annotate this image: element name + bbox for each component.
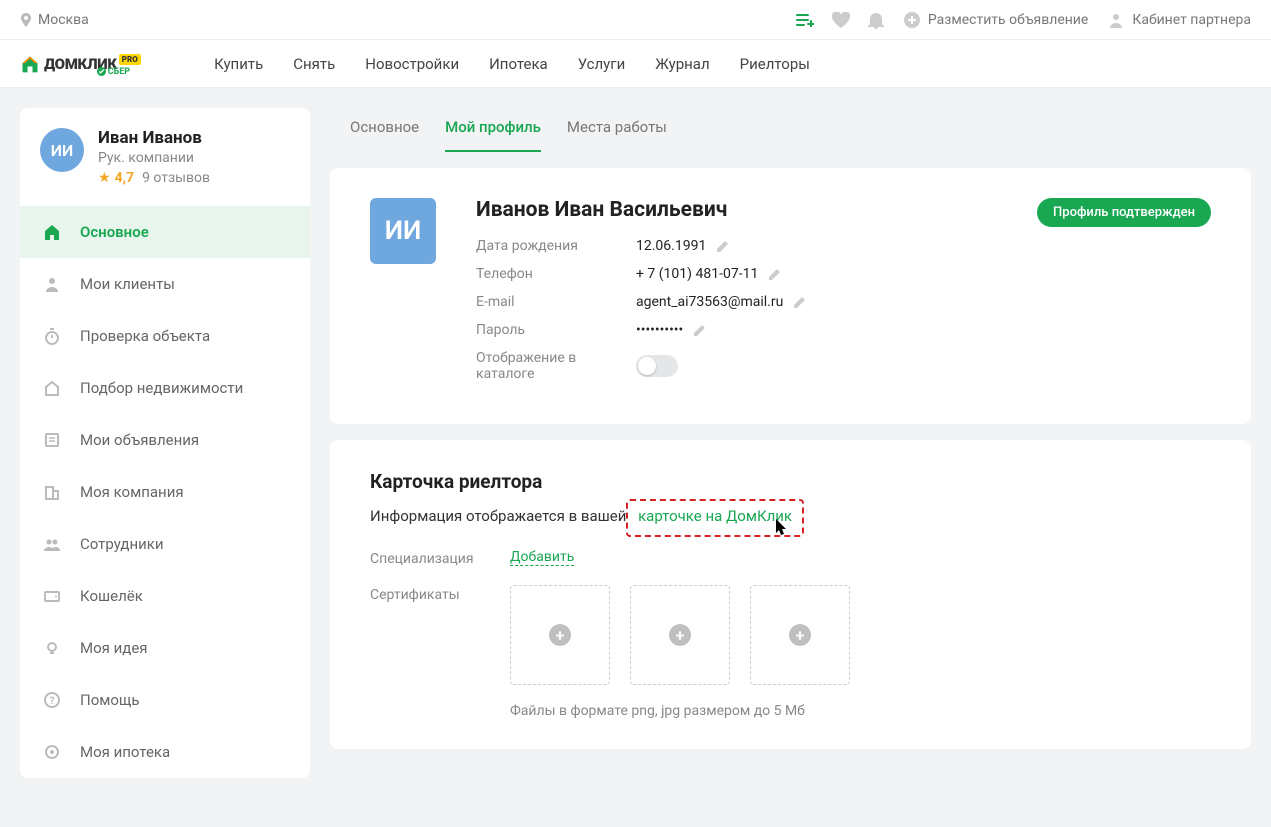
edit-phone-icon[interactable]	[768, 267, 782, 281]
spec-add-link[interactable]: Добавить	[510, 549, 574, 566]
sidebar-item-ads[interactable]: Мои объявления	[20, 414, 310, 466]
logo-house-icon	[20, 54, 40, 74]
nav-services[interactable]: Услуги	[578, 55, 626, 73]
nav-mortgage[interactable]: Ипотека	[489, 55, 548, 73]
dob-value: 12.06.1991	[636, 238, 706, 254]
sidebar-user-name: Иван Иванов	[98, 128, 210, 148]
logo[interactable]: ДОМКЛИК PRO СБЕР	[20, 54, 174, 74]
upload-slot-2[interactable]: +	[630, 585, 730, 685]
users-icon	[42, 534, 62, 554]
wallet-icon	[42, 586, 62, 606]
svg-text:?: ?	[50, 696, 55, 707]
bulb-icon	[42, 638, 62, 658]
nav-buy[interactable]: Купить	[214, 55, 263, 73]
tabs: Основное Мой профиль Места работы	[330, 108, 1251, 152]
sidebar-item-idea[interactable]: Моя идея	[20, 622, 310, 674]
password-value: ••••••••••	[636, 322, 683, 338]
profile-full-name: Иванов Иван Васильевич	[476, 198, 997, 222]
heart-icon[interactable]	[832, 12, 850, 28]
spec-label: Специализация	[370, 549, 510, 567]
card-link[interactable]: карточке на ДомКлик	[638, 507, 792, 525]
realtor-card-subtext: Информация отображается в вашей карточке…	[370, 505, 1211, 527]
plus-icon: +	[789, 624, 811, 646]
question-icon: ?	[42, 690, 62, 710]
sidebar-item-check[interactable]: Проверка объекта	[20, 310, 310, 362]
catalog-toggle[interactable]	[636, 355, 678, 377]
nav-realtors[interactable]: Риелторы	[740, 55, 810, 73]
sidebar-item-search[interactable]: Подбор недвижимости	[20, 362, 310, 414]
home-icon	[42, 222, 62, 242]
sidebar-rating[interactable]: ★ 4,7 9 отзывов	[98, 170, 210, 186]
sidebar-item-clients[interactable]: Мои клиенты	[20, 258, 310, 310]
edit-password-icon[interactable]	[693, 323, 707, 337]
location-selector[interactable]: Москва	[20, 12, 89, 28]
check-icon	[97, 67, 106, 76]
avatar: ИИ	[40, 128, 84, 172]
catalog-label: Отображение в каталоге	[476, 350, 636, 382]
sidebar-profile: ИИ Иван Иванов Рук. компании ★ 4,7 9 отз…	[20, 108, 310, 206]
star-icon: ★	[98, 170, 111, 186]
edit-email-icon[interactable]	[793, 295, 807, 309]
password-label: Пароль	[476, 322, 636, 338]
realtor-card-title: Карточка риелтора	[370, 470, 1211, 493]
email-label: E-mail	[476, 294, 636, 310]
sidebar-item-company[interactable]: Моя компания	[20, 466, 310, 518]
building-icon	[42, 482, 62, 502]
bell-icon[interactable]	[868, 11, 884, 29]
sidebar-item-wallet[interactable]: Кошелёк	[20, 570, 310, 622]
plus-circle-icon	[904, 12, 920, 28]
ring-icon	[42, 742, 62, 762]
upload-slot-3[interactable]: +	[750, 585, 850, 685]
post-ad-button[interactable]: Разместить объявление	[904, 12, 1088, 28]
cursor-icon	[776, 519, 790, 537]
phone-label: Телефон	[476, 266, 636, 282]
nav-journal[interactable]: Журнал	[655, 55, 709, 73]
sidebar-item-employees[interactable]: Сотрудники	[20, 518, 310, 570]
partner-cabinet-button[interactable]: Кабинет партнера	[1108, 12, 1251, 28]
sidebar-user-role: Рук. компании	[98, 150, 210, 166]
profile-avatar: ИИ	[370, 198, 436, 264]
upload-slot-1[interactable]: +	[510, 585, 610, 685]
upload-hint: Файлы в формате png, jpg размером до 5 М…	[510, 703, 1211, 719]
user-icon	[1108, 12, 1124, 28]
user-icon	[42, 274, 62, 294]
nav-rent[interactable]: Снять	[293, 55, 335, 73]
plus-icon: +	[549, 624, 571, 646]
realtor-card: Карточка риелтора Информация отображаетс…	[330, 440, 1251, 749]
sidebar-item-mortgage[interactable]: Моя ипотека	[20, 726, 310, 778]
sidebar-item-main[interactable]: Основное	[20, 206, 310, 258]
cert-label: Сертификаты	[370, 585, 510, 603]
tab-main[interactable]: Основное	[350, 118, 419, 152]
tab-workplaces[interactable]: Места работы	[567, 118, 667, 152]
pin-icon	[20, 13, 32, 27]
verified-badge: Профиль подтвержден	[1037, 198, 1211, 227]
profile-card: ИИ Иванов Иван Васильевич Дата рождения …	[330, 168, 1251, 424]
plus-icon: +	[669, 624, 691, 646]
city-name: Москва	[38, 12, 89, 28]
compare-icon[interactable]	[796, 13, 814, 27]
stopwatch-icon	[42, 326, 62, 346]
sidebar-item-help[interactable]: ? Помощь	[20, 674, 310, 726]
tab-profile[interactable]: Мой профиль	[445, 118, 541, 152]
nav-newbuild[interactable]: Новостройки	[365, 55, 459, 73]
edit-dob-icon[interactable]	[716, 239, 730, 253]
email-value: agent_ai73563@mail.ru	[636, 294, 783, 310]
dob-label: Дата рождения	[476, 238, 636, 254]
highlight-box: карточке на ДомКлик	[626, 499, 804, 537]
house-outline-icon	[42, 378, 62, 398]
sidebar: ИИ Иван Иванов Рук. компании ★ 4,7 9 отз…	[20, 108, 310, 778]
list-icon	[42, 430, 62, 450]
main-nav: Купить Снять Новостройки Ипотека Услуги …	[214, 55, 810, 73]
phone-value: + 7 (101) 481-07-11	[636, 266, 758, 282]
